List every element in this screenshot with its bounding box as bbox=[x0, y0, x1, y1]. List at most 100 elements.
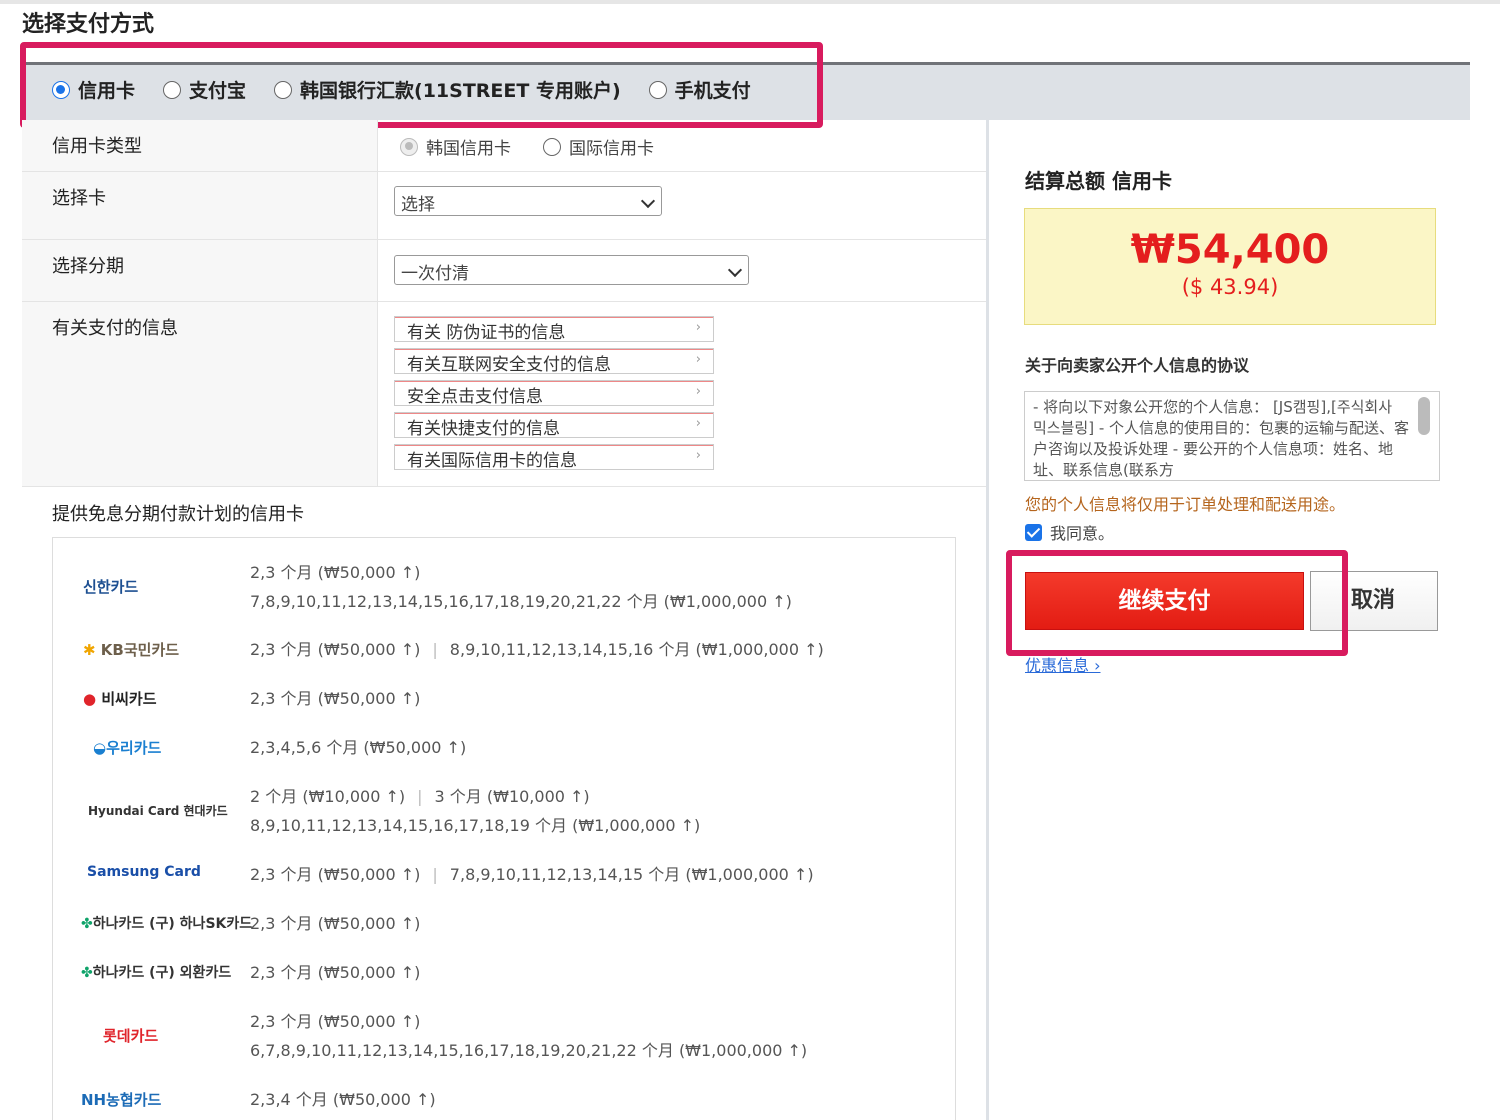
chevron-down-icon bbox=[640, 193, 656, 209]
radio-icon[interactable] bbox=[400, 137, 418, 156]
plan-line-group: 2 个月 (₩10,000 ↑) | 3 个月 (₩10,000 ↑) bbox=[250, 782, 700, 811]
promo-info-link[interactable]: 优惠信息 › bbox=[1025, 652, 1101, 676]
plan-line: 2,3 个月 (₩50,000 ↑) bbox=[250, 1012, 421, 1031]
hana-leaf-icon: ✤ bbox=[81, 916, 93, 932]
info-link-safe-click[interactable]: 安全点击支付信息 › bbox=[394, 380, 714, 407]
link-label: 有关国际信用卡的信息 bbox=[407, 451, 577, 471]
plan-line: 2,3 个月 (₩50,000 ↑) bbox=[250, 563, 421, 582]
chevron-right-icon: › bbox=[695, 416, 701, 431]
radio-icon[interactable] bbox=[163, 80, 182, 99]
installment-dropdown[interactable]: 一次付清 bbox=[394, 255, 749, 285]
card-type-label: 信用卡类型 bbox=[52, 136, 142, 157]
plan-line: 3 个月 (₩10,000 ↑) bbox=[434, 787, 590, 806]
info-link-internet-security[interactable]: 有关互联网安全支付的信息 › bbox=[394, 348, 714, 375]
select-card-dropdown[interactable]: 选择 bbox=[394, 186, 662, 216]
radio-icon[interactable] bbox=[543, 137, 561, 156]
method-label: 韩国银行汇款(11STREET 专用账户) bbox=[300, 80, 621, 102]
separator: | bbox=[417, 787, 423, 806]
samsung-card-logo: Samsung Card bbox=[87, 864, 201, 880]
link-label: 安全点击支付信息 bbox=[407, 387, 543, 407]
hana-card-logo: ✤하나카드 (구) 외환카드 bbox=[81, 962, 231, 982]
kb-star-icon: ✱ bbox=[83, 641, 101, 659]
method-option-credit-card[interactable]: 信用卡 bbox=[52, 76, 135, 103]
method-label: 信用卡 bbox=[78, 80, 136, 102]
privacy-notice: 您的个人信息将仅用于订单处理和配送用途。 bbox=[1025, 495, 1346, 514]
plan-line: 8,9,10,11,12,13,14,15,16 个月 (₩1,000,000 … bbox=[449, 640, 824, 659]
chevron-right-icon: › bbox=[695, 352, 701, 367]
installment-label: 选择分期 bbox=[52, 256, 124, 277]
panel-divider bbox=[986, 120, 989, 1120]
amount-box: ₩54,400 ($ 43.94) bbox=[1024, 208, 1436, 325]
method-label: 支付宝 bbox=[189, 80, 247, 102]
kb-card-logo: ✱ KB국민카드 bbox=[83, 639, 179, 660]
card-type-options: 韩国信用卡 国际信用卡 bbox=[400, 134, 686, 159]
chevron-right-icon: › bbox=[695, 384, 701, 399]
option-label: 国际信用卡 bbox=[569, 139, 654, 159]
plan-line: 8,9,10,11,12,13,14,15,16,17,18,19 个月 (₩1… bbox=[250, 816, 701, 835]
installment-section-title: 提供免息分期付款计划的信用卡 bbox=[52, 504, 304, 525]
bank-plans: 2,3 个月 (₩50,000 ↑) 6,7,8,9,10,11,12,13,1… bbox=[250, 1007, 807, 1065]
radio-icon[interactable] bbox=[52, 80, 70, 99]
logo-text: 우리카드 bbox=[106, 739, 162, 757]
bc-dot-icon: ● bbox=[83, 690, 102, 708]
info-link-quick-pay[interactable]: 有关快捷支付的信息 › bbox=[394, 412, 714, 439]
logo-text: KB국민카드 bbox=[100, 641, 180, 659]
bank-plans: 2,3 个月 (₩50,000 ↑) bbox=[250, 958, 420, 987]
bank-plans: 2,3,4,5,6 个月 (₩50,000 ↑) bbox=[250, 733, 466, 762]
page-title: 选择支付方式 bbox=[22, 12, 155, 37]
row-card-type: 信用卡类型 韩国信用卡 国际信用卡 bbox=[22, 120, 987, 172]
woori-card-logo: ◒우리카드 bbox=[93, 737, 161, 758]
logo-text: 비씨카드 bbox=[101, 690, 157, 708]
info-link-certificate[interactable]: 有关 防伪证书的信息 › bbox=[394, 316, 714, 343]
bc-card-logo: ● 비씨카드 bbox=[83, 688, 157, 709]
plan-line: 2,3,4 个月 (₩50,000 ↑) bbox=[250, 1090, 436, 1109]
cancel-button[interactable]: 取消 bbox=[1310, 571, 1438, 631]
bank-plans: 2,3 个月 (₩50,000 ↑) | 8,9,10,11,12,13,14,15… bbox=[250, 635, 824, 664]
hana-leaf-icon: ✤ bbox=[81, 965, 93, 981]
continue-payment-button[interactable]: 继续支付 bbox=[1025, 572, 1304, 630]
agree-label: 我同意。 bbox=[1050, 524, 1115, 543]
bank-plans: 2,3 个月 (₩50,000 ↑) bbox=[250, 909, 420, 938]
card-type-international[interactable]: 国际信用卡 bbox=[543, 134, 654, 159]
select-value: 选择 bbox=[401, 195, 435, 215]
select-card-label: 选择卡 bbox=[52, 188, 106, 209]
info-links: 有关 防伪证书的信息 › 有关互联网安全支付的信息 › 安全点击支付信息 › 有关快捷… bbox=[394, 316, 714, 476]
option-label: 韩国信用卡 bbox=[426, 139, 511, 159]
hana-card-logo: ✤하나카드 (구) 하나SK카드 bbox=[81, 913, 252, 933]
payment-info-label: 有关支付的信息 bbox=[52, 318, 178, 339]
chevron-right-icon: › bbox=[695, 320, 701, 335]
card-type-korean[interactable]: 韩国信用卡 bbox=[400, 134, 511, 159]
agreement-textbox[interactable]: - 将向以下对象公开您的个人信息： [JS캠핑],[주식회사 믹스블링] - 个… bbox=[1024, 391, 1440, 481]
link-label: 有关 防伪证书的信息 bbox=[407, 323, 566, 343]
hyundai-card-logo: Hyundai Card 현대카드 bbox=[88, 804, 228, 818]
method-option-bank-transfer[interactable]: 韩国银行汇款(11STREET 专用账户) bbox=[274, 76, 621, 103]
logo-text: 하나카드 (구) 외환카드 bbox=[92, 965, 232, 981]
plan-line: 2,3 个月 (₩50,000 ↑) bbox=[250, 914, 421, 933]
plan-line: 2 个月 (₩10,000 ↑) bbox=[250, 787, 406, 806]
lotte-card-logo: 롯데카드 bbox=[103, 1027, 159, 1045]
logo-text: 하나카드 (구) 하나SK카드 bbox=[92, 916, 253, 932]
separator: | bbox=[432, 640, 438, 659]
bank-plans: 2,3 个月 (₩50,000 ↑) | 7,8,9,10,11,12,13,14,… bbox=[250, 860, 814, 889]
method-option-alipay[interactable]: 支付宝 bbox=[163, 76, 246, 103]
plan-line: 2,3,4,5,6 个月 (₩50,000 ↑) bbox=[250, 738, 467, 757]
plan-line: 2,3 个月 (₩50,000 ↑) bbox=[250, 689, 421, 708]
bank-plans: 2,3 个月 (₩50,000 ↑) bbox=[250, 684, 420, 713]
agree-checkbox-row[interactable]: 我同意。 bbox=[1025, 520, 1114, 544]
link-label: 有关互联网安全支付的信息 bbox=[407, 355, 611, 375]
radio-icon[interactable] bbox=[648, 80, 667, 99]
chevron-right-icon: › bbox=[695, 448, 701, 463]
checkbox-checked-icon[interactable] bbox=[1025, 523, 1042, 541]
installment-card-list: 신한카드 2,3 个月 (₩50,000 ↑) 7,8,9,10,11,12,1… bbox=[52, 537, 956, 1120]
link-label: 有关快捷支付的信息 bbox=[407, 419, 560, 439]
row-payment-info: 有关支付的信息 有关 防伪证书的信息 › 有关互联网安全支付的信息 › 安全点击支付… bbox=[22, 302, 987, 487]
plan-line: 6,7,8,9,10,11,12,13,14,15,16,17,18,19,20… bbox=[250, 1041, 808, 1060]
method-option-mobile[interactable]: 手机支付 bbox=[648, 76, 751, 103]
link-label: 优惠信息 bbox=[1025, 656, 1090, 675]
scrollbar-thumb[interactable] bbox=[1418, 397, 1430, 435]
plan-line: 2,3 个月 (₩50,000 ↑) bbox=[250, 963, 421, 982]
bank-plans: 2,3 个月 (₩50,000 ↑) 7,8,9,10,11,12,13,14,… bbox=[250, 558, 792, 616]
info-link-international-card[interactable]: 有关国际信用卡的信息 › bbox=[394, 444, 714, 471]
radio-icon[interactable] bbox=[274, 80, 293, 99]
agreement-title: 关于向卖家公开个人信息的协议 bbox=[1025, 356, 1250, 375]
